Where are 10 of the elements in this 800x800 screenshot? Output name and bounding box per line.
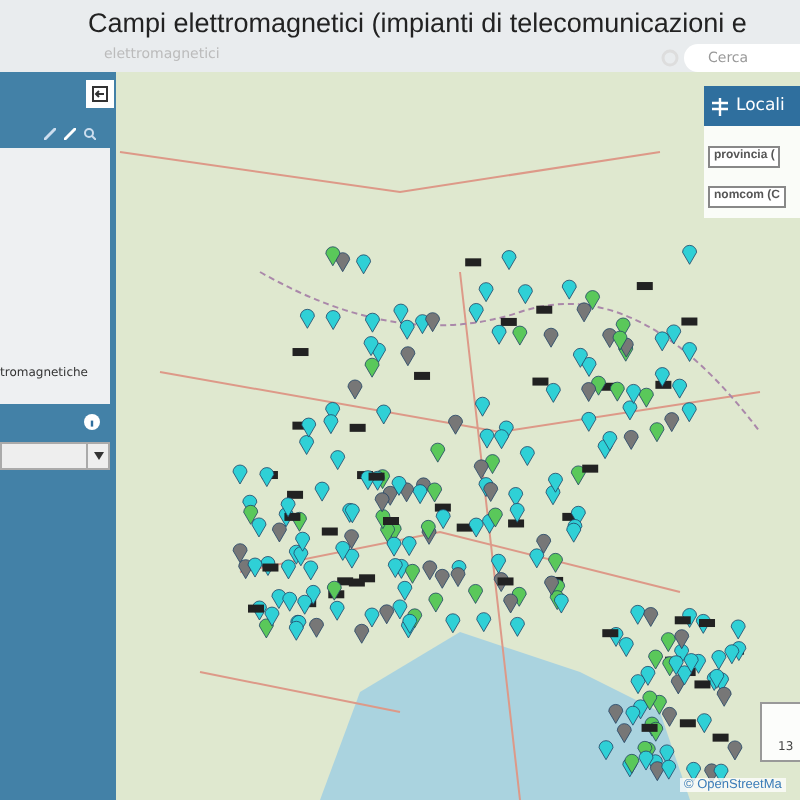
zoom-icon[interactable] [84,128,96,140]
caret-icon [93,452,103,460]
pencil-icon[interactable] [64,128,76,140]
collapse-icon [92,86,108,102]
locate-header[interactable]: Locali [704,86,800,126]
info-icon[interactable] [84,414,100,430]
locate-title: Locali [736,96,785,116]
page-title: Campi elettromagnetici (impianti di telecomunicazioni e [88,8,747,38]
collapse-button[interactable] [86,80,114,108]
signpost-icon [712,97,728,115]
